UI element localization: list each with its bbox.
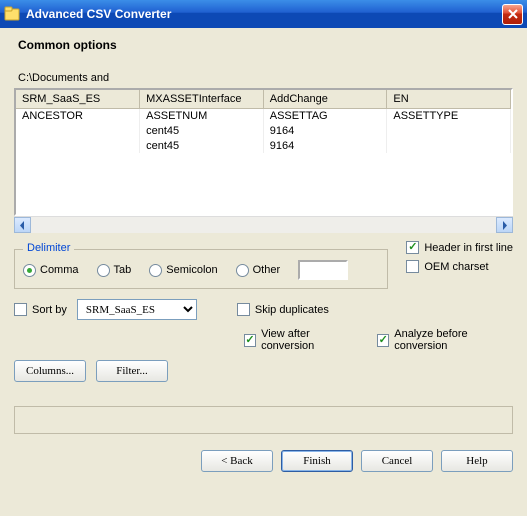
checkbox-label: OEM charset — [424, 261, 488, 273]
checkbox-icon — [377, 334, 389, 347]
radio-icon — [149, 264, 162, 277]
delimiter-semicolon-radio[interactable]: Semicolon — [149, 264, 217, 277]
radio-label: Semicolon — [166, 264, 217, 276]
data-grid[interactable]: SRM_SaaS_ES MXASSETInterface AddChange E… — [14, 88, 513, 216]
oem-charset-checkbox[interactable]: OEM charset — [406, 260, 513, 273]
table-row[interactable]: cent45 9164 — [16, 123, 511, 138]
delimiter-other-radio[interactable]: Other — [236, 264, 281, 277]
checkbox-label: Sort by — [32, 304, 67, 316]
app-icon — [4, 6, 20, 22]
table-row[interactable]: ANCESTOR ASSETNUM ASSETTAG ASSETTYPE — [16, 108, 511, 123]
checkbox-label: Skip duplicates — [255, 304, 329, 316]
scroll-right-icon[interactable] — [496, 217, 513, 233]
sort-by-checkbox[interactable]: Sort by — [14, 303, 67, 316]
radio-label: Tab — [114, 264, 132, 276]
checkbox-label: Header in first line — [424, 242, 513, 254]
checkbox-label: View after conversion — [261, 328, 357, 352]
sort-by-select[interactable]: SRM_SaaS_ES — [77, 299, 197, 320]
cell: ANCESTOR — [16, 108, 140, 123]
cell: ASSETTYPE — [387, 108, 511, 123]
radio-icon — [236, 264, 249, 277]
cell — [16, 123, 140, 138]
help-button[interactable]: Help — [441, 450, 513, 472]
window-title: Advanced CSV Converter — [26, 7, 502, 21]
radio-label: Comma — [40, 264, 79, 276]
delimiter-tab-radio[interactable]: Tab — [97, 264, 132, 277]
checkbox-icon — [237, 303, 250, 316]
close-button[interactable] — [502, 4, 523, 25]
radio-icon — [97, 264, 110, 277]
analyze-before-checkbox[interactable]: Analyze before conversion — [377, 328, 513, 352]
column-header[interactable]: EN — [387, 90, 511, 108]
cancel-button[interactable]: Cancel — [361, 450, 433, 472]
view-after-checkbox[interactable]: View after conversion — [244, 328, 357, 352]
scroll-track[interactable] — [31, 217, 496, 233]
finish-button[interactable]: Finish — [281, 450, 353, 472]
cell: 9164 — [263, 123, 387, 138]
radio-label: Other — [253, 264, 281, 276]
checkbox-icon — [14, 303, 27, 316]
checkbox-icon — [406, 260, 419, 273]
delimiter-other-input[interactable] — [298, 260, 348, 280]
status-box — [14, 406, 513, 434]
cell — [387, 123, 511, 138]
titlebar: Advanced CSV Converter — [0, 0, 527, 28]
scroll-left-icon[interactable] — [14, 217, 31, 233]
delimiter-group: Delimiter Comma Tab Semicolon Other — [14, 249, 388, 289]
cell: cent45 — [140, 138, 264, 153]
checkbox-label: Analyze before conversion — [394, 328, 513, 352]
column-header[interactable]: MXASSETInterface — [140, 90, 264, 108]
columns-button[interactable]: Columns... — [14, 360, 86, 382]
filter-button[interactable]: Filter... — [96, 360, 168, 382]
header-first-line-checkbox[interactable]: Header in first line — [406, 241, 513, 254]
delimiter-comma-radio[interactable]: Comma — [23, 264, 79, 277]
checkbox-icon — [244, 334, 256, 347]
close-icon — [508, 9, 518, 19]
cell — [16, 138, 140, 153]
horizontal-scrollbar[interactable] — [14, 216, 513, 233]
back-button[interactable]: < Back — [201, 450, 273, 472]
checkbox-icon — [406, 241, 419, 254]
cell: cent45 — [140, 123, 264, 138]
cell: ASSETNUM — [140, 108, 264, 123]
delimiter-legend: Delimiter — [23, 242, 74, 254]
table-row[interactable]: cent45 9164 — [16, 138, 511, 153]
file-path-label: C:\Documents and — [18, 72, 513, 84]
cell: ASSETTAG — [263, 108, 387, 123]
cell: 9164 — [263, 138, 387, 153]
cell — [387, 138, 511, 153]
column-header[interactable]: SRM_SaaS_ES — [16, 90, 140, 108]
radio-icon — [23, 264, 36, 277]
skip-duplicates-checkbox[interactable]: Skip duplicates — [237, 303, 329, 316]
page-title: Common options — [14, 38, 513, 52]
column-header[interactable]: AddChange — [263, 90, 387, 108]
